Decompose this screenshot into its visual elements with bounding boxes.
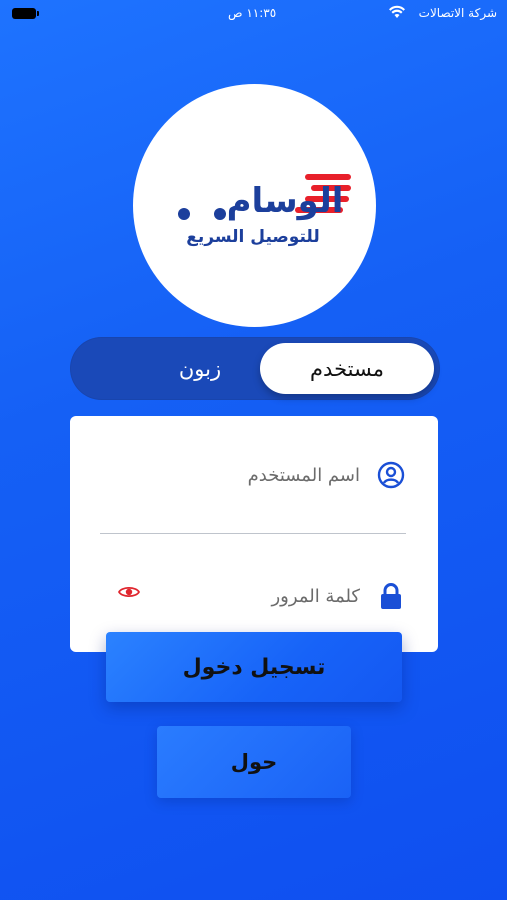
login-form-card <box>70 416 438 652</box>
username-input[interactable] <box>150 460 360 490</box>
segment-user[interactable]: مستخدم <box>260 343 434 394</box>
carrier-name: شركة الاتصالات <box>418 6 497 20</box>
status-bar: شركة الاتصالات ١١:٣٥ ص <box>0 0 507 28</box>
login-button[interactable]: تسجيل دخول <box>106 632 402 702</box>
svg-text:الوسام: الوسام <box>227 181 344 221</box>
logo-mark-icon: الوسام للتوصيل السريع <box>178 174 351 247</box>
role-segmented-control: زبون مستخدم <box>70 337 440 400</box>
eye-icon[interactable] <box>118 584 140 600</box>
about-button[interactable]: حول <box>157 726 351 798</box>
password-input[interactable] <box>150 581 360 611</box>
lock-icon <box>381 583 401 609</box>
wifi-icon <box>389 5 405 18</box>
segment-customer[interactable]: زبون <box>140 343 260 394</box>
clock: ١١:٣٥ ص <box>228 6 277 20</box>
password-field <box>100 566 406 626</box>
svg-text:للتوصيل السريع: للتوصيل السريع <box>186 227 319 247</box>
battery-icon <box>12 8 39 19</box>
brand-logo: الوسام للتوصيل السريع <box>133 84 376 327</box>
username-field <box>100 446 406 534</box>
user-circle-icon <box>377 461 405 489</box>
